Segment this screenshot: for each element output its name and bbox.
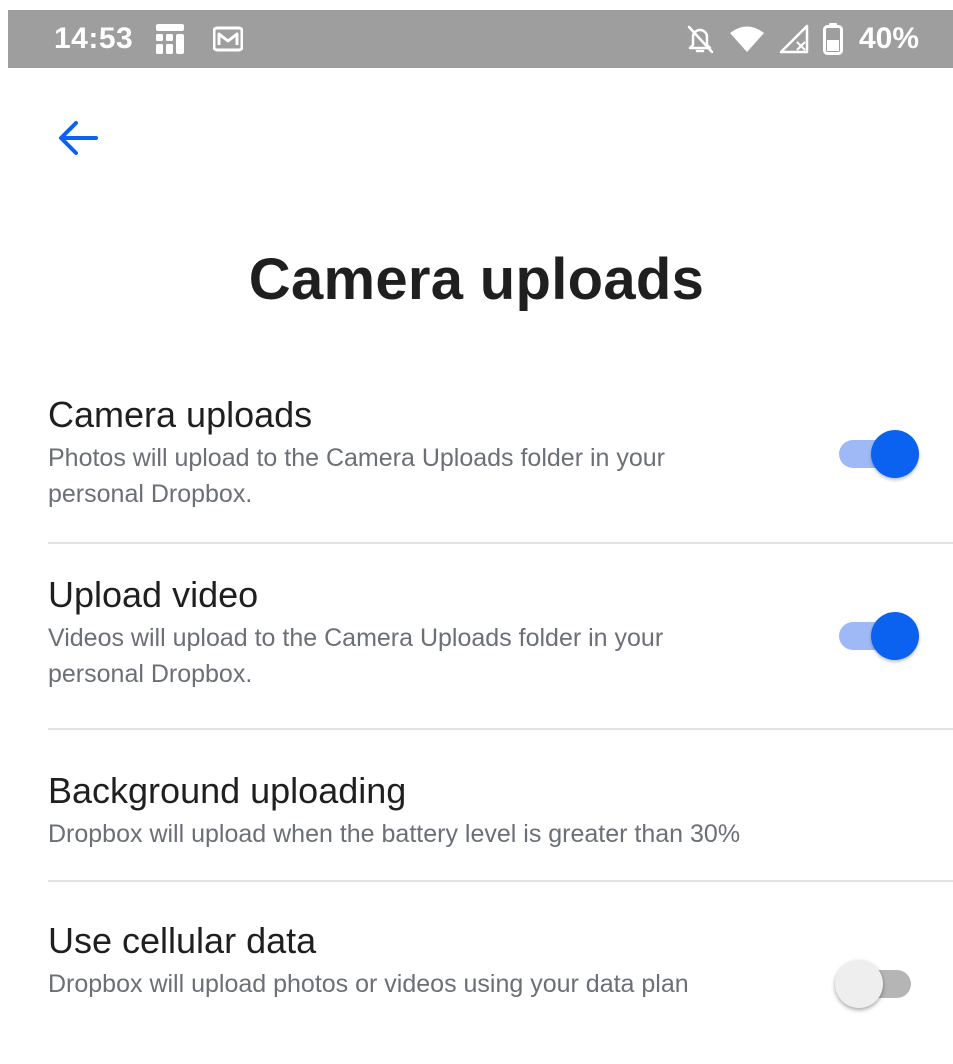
setting-upload-video[interactable]: Upload video Videos will upload to the C… bbox=[48, 544, 953, 730]
status-time: 14:53 bbox=[54, 22, 134, 55]
gmail-icon bbox=[213, 26, 244, 52]
camera-uploads-toggle[interactable] bbox=[835, 426, 919, 480]
status-bar: 14:53 40% bbox=[8, 10, 953, 68]
signal-icon bbox=[779, 24, 809, 54]
wifi-icon bbox=[729, 24, 765, 54]
setting-camera-uploads[interactable]: Camera uploads Photos will upload to the… bbox=[48, 378, 953, 544]
setting-description: Dropbox will upload when the battery lev… bbox=[48, 820, 741, 848]
setting-description: Dropbox will upload photos or videos usi… bbox=[48, 970, 689, 998]
page-title: Camera uploads bbox=[248, 247, 705, 312]
setting-title: Camera uploads bbox=[48, 394, 313, 435]
battery-percentage: 40% bbox=[858, 22, 919, 55]
setting-description: Photos will upload to the Camera Uploads… bbox=[48, 444, 666, 508]
toggle-thumb bbox=[871, 430, 919, 478]
toggle-thumb bbox=[871, 612, 919, 660]
arrow-left-icon[interactable] bbox=[56, 118, 100, 158]
setting-title: Background uploading bbox=[48, 770, 407, 811]
do-not-disturb-icon bbox=[685, 23, 715, 55]
setting-title: Upload video bbox=[48, 574, 259, 615]
back-button[interactable] bbox=[52, 112, 104, 164]
battery-icon bbox=[822, 23, 843, 55]
setting-background-uploading[interactable]: Background uploading Dropbox will upload… bbox=[48, 730, 953, 882]
toggle-thumb bbox=[835, 960, 883, 1008]
app-notification-icon bbox=[155, 23, 185, 55]
setting-use-cellular-data[interactable]: Use cellular data Dropbox will upload ph… bbox=[48, 882, 953, 1064]
settings-list: Camera uploads Photos will upload to the… bbox=[0, 378, 953, 1064]
upload-video-toggle[interactable] bbox=[835, 608, 919, 662]
setting-title: Use cellular data bbox=[48, 920, 317, 961]
use-cellular-data-toggle[interactable] bbox=[835, 956, 919, 1010]
setting-description: Videos will upload to the Camera Uploads… bbox=[48, 624, 664, 688]
